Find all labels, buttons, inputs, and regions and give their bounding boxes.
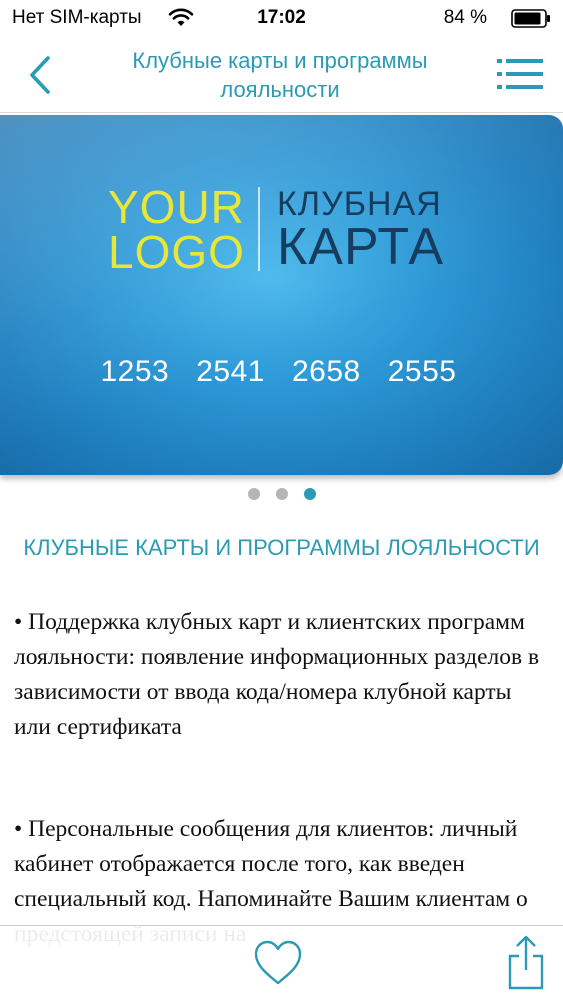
page-dot-2[interactable]	[275, 488, 288, 500]
card-label: КЛУБНАЯ КАРТА	[277, 185, 537, 276]
favorite-button[interactable]	[252, 939, 304, 987]
page-dot-1[interactable]	[247, 488, 260, 500]
heart-icon	[254, 940, 302, 985]
page-title: Клубные карты и программы лояльности	[132, 48, 428, 102]
page-dot-3[interactable]	[303, 488, 316, 500]
share-icon	[508, 935, 544, 990]
battery-percentage: 84 %	[443, 7, 487, 28]
card-divider	[258, 187, 260, 271]
section-heading: КЛУБНЫЕ КАРТЫ И ПРОГРАММЫ ЛОЯЛЬНОСТИ	[23, 535, 540, 560]
card-logo: YOUR LOGO	[108, 181, 248, 278]
back-button[interactable]	[18, 50, 62, 100]
card-logo-line2: LOGO	[108, 226, 245, 278]
card-number: 1253 2541 2658 2555	[0, 355, 563, 389]
battery-icon	[511, 9, 550, 28]
page-indicator	[0, 488, 563, 502]
nav-bar: Клубные карты и программы лояльности	[0, 38, 563, 113]
club-card-slide[interactable]: YOUR LOGO КЛУБНАЯ КАРТА 1253 2541 2658 2…	[0, 115, 563, 475]
paragraph-loyalty-support: • Поддержка клубных карт и клиентских пр…	[14, 609, 540, 740]
share-button[interactable]	[506, 934, 546, 990]
menu-icon	[497, 59, 543, 89]
card-number-group: 1253	[100, 355, 170, 388]
card-number-group: 2658	[292, 355, 361, 388]
card-label-line2: КАРТА	[277, 218, 445, 276]
card-logo-line1: YOUR	[108, 181, 245, 233]
menu-button[interactable]	[495, 56, 545, 92]
card-number-group: 2555	[387, 355, 457, 388]
bottom-toolbar	[0, 925, 563, 1000]
chevron-left-icon	[30, 56, 50, 94]
card-sheen	[0, 115, 563, 475]
status-bar: Нет SIM-карты 17:02 84 %	[0, 0, 563, 38]
card-number-group: 2541	[196, 355, 265, 388]
